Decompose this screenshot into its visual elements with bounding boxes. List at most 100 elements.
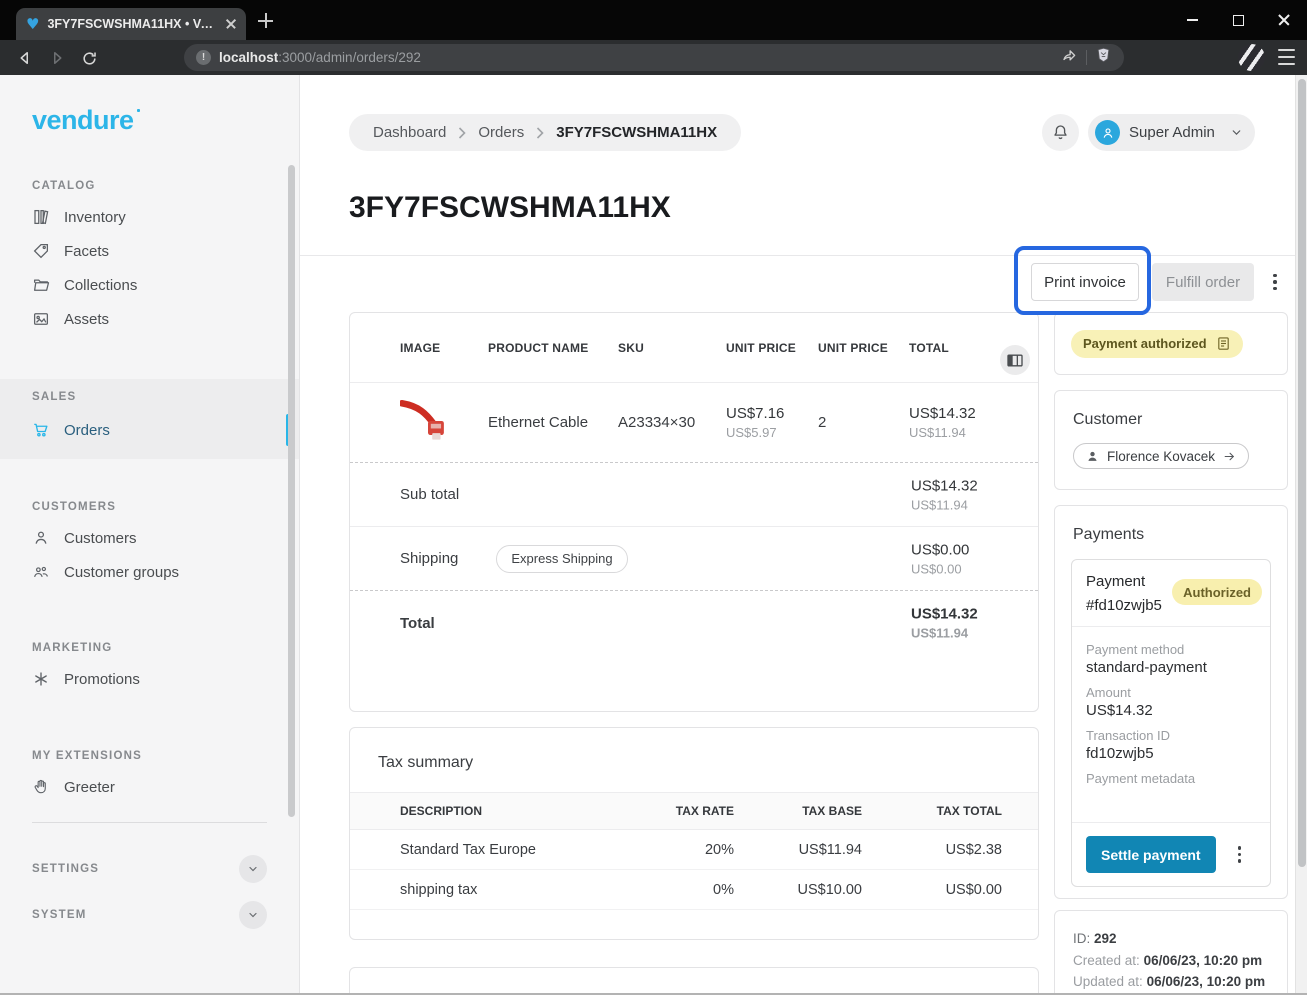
sidebar-item-collections[interactable]: Collections (0, 268, 299, 302)
vendure-favicon-icon: ♥ (26, 17, 39, 32)
tax-base: US$11.94 (734, 842, 862, 858)
sidebar-item-label: Greeter (64, 779, 115, 796)
breadcrumb-current: 3FY7FSCWSHMA11HX (556, 124, 717, 141)
total-cell: US$14.32 US$11.94 (909, 405, 1018, 440)
sidebar-item-promotions[interactable]: Promotions (0, 662, 299, 696)
quantity-cell: 2 (818, 414, 909, 431)
browser-menu-icon[interactable] (1278, 49, 1295, 65)
field-label: Payment method (1086, 642, 1256, 657)
payment-menu-icon[interactable] (1238, 846, 1242, 863)
section-label-customers: CUSTOMERS (32, 501, 299, 513)
sidebar-item-label: Assets (64, 311, 109, 328)
reload-button[interactable] (76, 45, 102, 71)
customer-link[interactable]: Florence Kovacek (1073, 443, 1249, 469)
sidebar-item-greeter[interactable]: Greeter (0, 770, 299, 804)
tax-row: Standard Tax Europe 20% US$11.94 US$2.38 (350, 830, 1038, 870)
url-host: localhost (219, 50, 278, 65)
tag-icon (32, 242, 50, 260)
total-row: Total US$14.32 US$11.94 (350, 591, 1038, 655)
window-close-button[interactable] (1261, 0, 1307, 40)
section-label-my-extensions: MY EXTENSIONS (32, 750, 299, 762)
tax-base: US$10.00 (734, 882, 862, 898)
user-avatar (1095, 120, 1120, 145)
meta-updated-row: Updated at: 06/06/23, 10:20 pm (1073, 971, 1269, 993)
people-group-icon (32, 563, 50, 581)
vendure-logo[interactable]: vendure (32, 105, 134, 136)
tax-description: Standard Tax Europe (400, 842, 614, 858)
meta-id-label: ID: (1073, 931, 1090, 946)
forward-button[interactable] (44, 45, 70, 71)
section-label-sales: SALES (32, 391, 299, 403)
header-divider (300, 255, 1295, 256)
subtotal-row: Sub total US$14.32 US$11.94 (350, 463, 1038, 527)
tax-summary-card: Tax summary DESCRIPTION TAX RATE TAX BAS… (349, 727, 1039, 940)
browser-tab[interactable]: ♥ 3FY7FSCWSHMA11HX • Vendure (16, 8, 246, 40)
url-bar[interactable]: ! localhost:3000/admin/orders/292 (184, 44, 1124, 71)
window-maximize-button[interactable] (1215, 0, 1261, 40)
sidebar-group-system[interactable]: SYSTEM (32, 897, 267, 933)
tax-summary-title: Tax summary (350, 728, 1038, 792)
sidebar-item-customers[interactable]: Customers (0, 521, 299, 555)
sidebar-item-label: Orders (64, 422, 110, 439)
sidebar-group-settings[interactable]: SETTINGS (32, 851, 267, 887)
browser-titlebar: ♥ 3FY7FSCWSHMA11HX • Vendure (0, 0, 1307, 40)
order-actions-menu-icon[interactable] (1266, 263, 1284, 301)
share-icon[interactable] (1060, 46, 1078, 69)
breadcrumb-dashboard[interactable]: Dashboard (373, 124, 446, 141)
shipping-value: US$0.00 US$0.00 (911, 541, 969, 576)
payment-detail-box: Payment #fd10zwjb5 Authorized Payment me… (1071, 559, 1271, 887)
col-tax-total: TAX TOTAL (862, 804, 1002, 818)
book-icon (32, 208, 50, 226)
col-product-name: PRODUCT NAME (488, 341, 618, 355)
tax-table-header: DESCRIPTION TAX RATE TAX BASE TAX TOTAL (350, 792, 1038, 830)
col-sku: SKU (618, 341, 726, 355)
sidebar: vendure CATALOG Inventory Facets Collect… (0, 75, 300, 995)
settle-payment-button[interactable]: Settle payment (1086, 836, 1216, 873)
order-table-header: IMAGE PRODUCT NAME SKU UNIT PRICE UNIT P… (350, 313, 1038, 383)
tax-row: shipping tax 0% US$10.00 US$0.00 (350, 870, 1038, 910)
print-invoice-button[interactable]: Print invoice (1031, 263, 1139, 301)
unit-price-cell: US$7.16 US$5.97 (726, 405, 818, 440)
page-scrollbar-thumb[interactable] (1298, 79, 1306, 867)
window-minimize-button[interactable] (1169, 0, 1215, 40)
col-tax-rate: TAX RATE (614, 804, 734, 818)
screen: ♥ 3FY7FSCWSHMA11HX • Vendure ! localhost… (0, 0, 1307, 995)
columns-icon (1007, 354, 1023, 367)
brave-shield-icon[interactable] (1095, 46, 1112, 69)
page-scrollbar[interactable] (1295, 75, 1307, 995)
column-settings-button[interactable] (1000, 345, 1030, 375)
sidebar-scrollbar-thumb[interactable] (288, 165, 295, 817)
chevron-down-icon[interactable] (239, 901, 267, 929)
site-info-icon[interactable]: ! (196, 50, 211, 65)
chevron-right-icon (458, 127, 466, 139)
shipping-method-chip: Express Shipping (496, 545, 627, 573)
chevron-down-icon[interactable] (239, 855, 267, 883)
hand-icon (32, 778, 50, 796)
browser-navbar: ! localhost:3000/admin/orders/292 (0, 40, 1307, 75)
sidebar-item-label: Inventory (64, 209, 126, 226)
payment-header: Payment #fd10zwjb5 Authorized (1072, 560, 1270, 627)
tax-total: US$2.38 (862, 842, 1002, 858)
fulfill-order-button[interactable]: Fulfill order (1152, 263, 1254, 301)
breadcrumb-orders[interactable]: Orders (478, 124, 524, 141)
user-menu[interactable]: Super Admin (1088, 114, 1255, 151)
field-label: Transaction ID (1086, 728, 1256, 743)
notifications-button[interactable] (1042, 114, 1079, 151)
person-icon (32, 529, 50, 547)
sidebar-item-assets[interactable]: Assets (0, 302, 299, 336)
total-value: US$14.32 US$11.94 (911, 606, 978, 641)
arrow-right-icon (1223, 450, 1236, 463)
sidebar-item-inventory[interactable]: Inventory (0, 200, 299, 234)
new-tab-button[interactable] (258, 13, 273, 28)
tab-close-icon[interactable] (226, 19, 236, 29)
bell-icon (1051, 123, 1070, 142)
back-button[interactable] (12, 45, 38, 71)
sales-section: SALES Orders (0, 379, 299, 459)
sidebar-item-facets[interactable]: Facets (0, 234, 299, 268)
page-title: 3FY7FSCWSHMA11HX (349, 191, 671, 225)
sidebar-item-customer-groups[interactable]: Customer groups (0, 555, 299, 589)
col-image: IMAGE (400, 341, 488, 355)
sidebar-item-orders[interactable]: Orders (0, 411, 299, 449)
order-state-card: Payment authorized (1054, 312, 1288, 375)
browser-profile-avatar[interactable] (1238, 44, 1265, 71)
